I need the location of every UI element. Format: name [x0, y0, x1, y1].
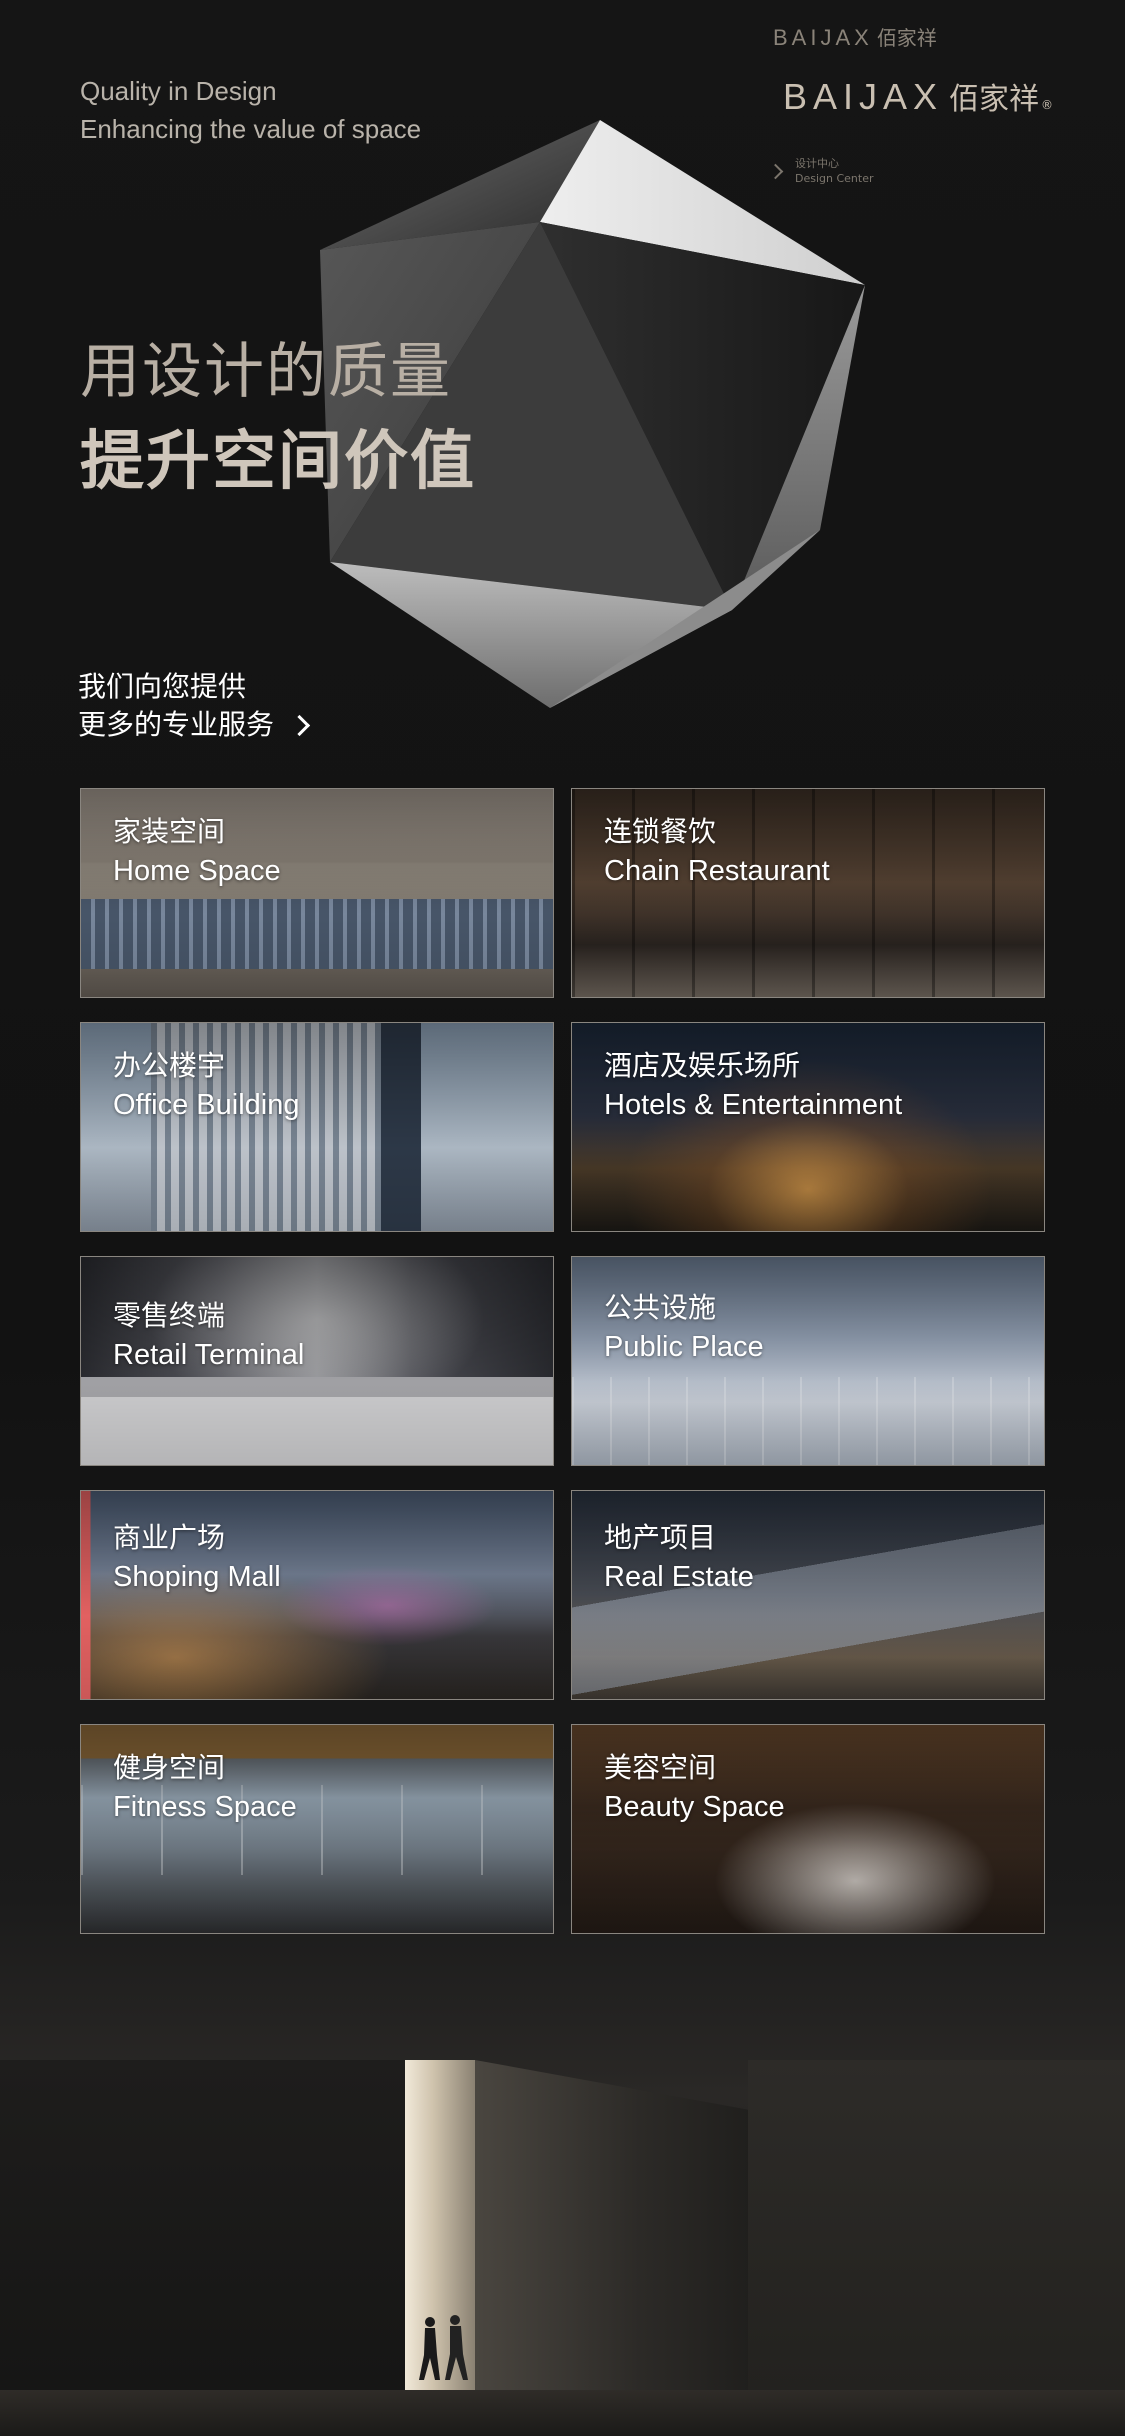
service-label-en: Retail Terminal	[113, 1339, 305, 1371]
service-card-chain-restaurant[interactable]: 连锁餐饮 Chain Restaurant	[571, 788, 1045, 998]
intro-line1: 我们向您提供	[78, 670, 247, 703]
chevron-right-icon	[288, 714, 311, 736]
service-label-cn: 酒店及娱乐场所	[604, 1049, 801, 1082]
service-label-en: Home Space	[113, 855, 281, 887]
service-label-cn: 健身空间	[113, 1751, 226, 1784]
design-center-en: Design Center	[795, 172, 874, 185]
service-label-cn: 家装空间	[113, 815, 226, 848]
service-card-office-building[interactable]: 办公楼宇 Office Building	[80, 1022, 554, 1232]
service-label-cn: 连锁餐饮	[604, 815, 717, 848]
service-label-en: Beauty Space	[604, 1791, 785, 1823]
service-card-beauty-space[interactable]: 美容空间 Beauty Space	[571, 1724, 1045, 1934]
service-label-cn: 美容空间	[604, 1751, 717, 1784]
service-card-hotels-entertainment[interactable]: 酒店及娱乐场所 Hotels & Entertainment	[571, 1022, 1045, 1232]
building-dark-block	[475, 2060, 750, 2390]
service-label-cn: 零售终端	[113, 1299, 226, 1332]
building-sign-wall	[748, 2060, 1125, 2390]
service-card-public-place[interactable]: 公共设施 Public Place	[571, 1256, 1045, 1466]
service-label-en: Public Place	[604, 1331, 764, 1363]
services-grid: 家装空间 Home Space 连锁餐饮 Chain Restaurant 办公…	[80, 788, 1045, 1934]
design-center-sign: 设计中心 Design Center	[767, 156, 874, 186]
service-label-en: Real Estate	[604, 1561, 754, 1593]
service-label-cn: 办公楼宇	[113, 1049, 226, 1082]
hero-title-line2: 提升空间价值	[80, 425, 476, 499]
service-label-cn: 地产项目	[604, 1521, 717, 1554]
hero-title-line1: 用设计的质量	[80, 337, 452, 407]
page: Quality in Design Enhancing the value of…	[0, 0, 1125, 2436]
service-label-en: Office Building	[113, 1089, 300, 1121]
sign-brand: BAIJAX 佰家祥	[773, 22, 937, 51]
hero-title: 用设计的质量 提升空间价值	[80, 330, 476, 510]
ground	[0, 2390, 1125, 2436]
service-label-en: Fitness Space	[113, 1791, 297, 1823]
service-label-cn: 公共设施	[604, 1291, 717, 1324]
footer-building-scene	[0, 2060, 1125, 2436]
service-label-en: Hotels & Entertainment	[604, 1089, 903, 1121]
service-card-real-estate[interactable]: 地产项目 Real Estate	[571, 1490, 1045, 1700]
brand-cn: 佰家祥	[949, 82, 1039, 117]
services-intro[interactable]: 我们向您提供 更多的专业服务	[78, 668, 311, 744]
service-card-shopping-mall[interactable]: 商业广场 Shoping Mall	[80, 1490, 554, 1700]
service-card-fitness-space[interactable]: 健身空间 Fitness Space	[80, 1724, 554, 1934]
chevron-right-icon	[767, 163, 784, 180]
people-walking-graphic	[419, 2315, 468, 2380]
sign-brand-latin: BAIJAX	[773, 25, 873, 50]
brand-reg: ®	[1041, 98, 1053, 112]
design-center-cn: 设计中心	[795, 157, 839, 170]
building-wall-left	[0, 2060, 410, 2390]
service-label-cn: 商业广场	[113, 1521, 226, 1554]
tagline-line1: Quality in Design	[80, 76, 277, 106]
sign-brand-cn: 佰家祥	[876, 26, 937, 50]
service-label-en: Shoping Mall	[113, 1561, 281, 1593]
service-card-home-space[interactable]: 家装空间 Home Space	[80, 788, 554, 998]
service-card-retail-terminal[interactable]: 零售终端 Retail Terminal	[80, 1256, 554, 1466]
intro-line2: 更多的专业服务	[78, 708, 275, 741]
service-label-en: Chain Restaurant	[604, 855, 830, 887]
